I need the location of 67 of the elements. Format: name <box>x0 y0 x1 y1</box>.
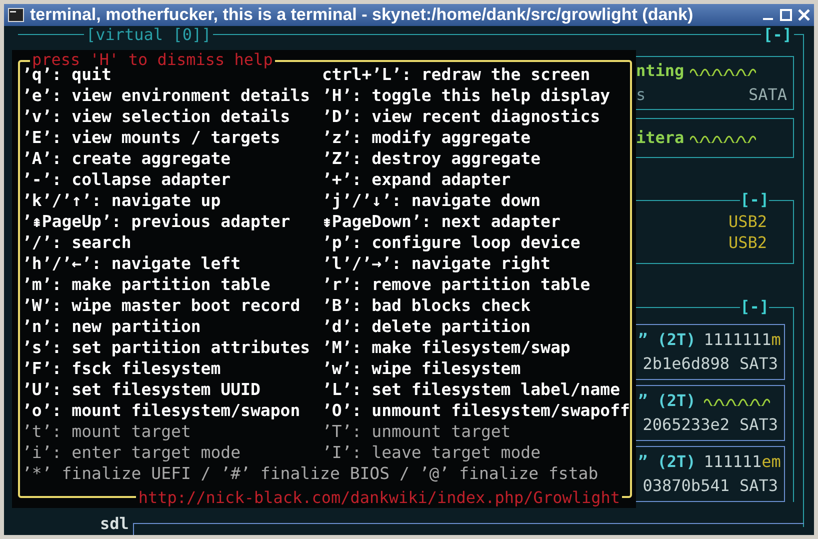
help-entry: ’W’: wipe master boot record <box>22 295 302 316</box>
help-entry: ’j’/’↓’: navigate down <box>322 190 542 211</box>
help-entry: ’E’: view mounts / targets <box>22 127 282 148</box>
help-entry: ’m’: make partition table <box>22 274 272 295</box>
help-entry: ’l’/’→’: navigate right <box>322 253 552 274</box>
collapse-toggle[interactable]: [-] <box>761 26 794 44</box>
frame-label: [virtual [0]] <box>84 26 214 44</box>
adapter-name: nting <box>636 60 684 82</box>
help-entry: ⇟PageDown’: next adapter <box>322 211 562 232</box>
help-entry: ’n’: new partition <box>22 316 202 337</box>
help-entry: ’v’: view selection details <box>22 106 292 127</box>
help-entry: ’T’: unmount target <box>322 421 512 442</box>
help-entry: ’L’: set filesystem label/name <box>322 379 622 400</box>
disk-model: 1111111m <box>704 329 781 351</box>
help-entry: ’e’: view environment details <box>22 85 312 106</box>
disk-id: 2065233e2 <box>642 414 730 436</box>
help-entry: ’h’/’←’: navigate left <box>22 253 242 274</box>
help-entry: ’Z’: destroy aggregate <box>322 148 542 169</box>
help-entry: ’*’ finalize UEFI / ’#’ finalize BIOS / ’@’ finalize fstab <box>22 463 600 484</box>
help-entry: ’A’: create aggregate <box>22 148 232 169</box>
collapse-toggle[interactable]: [-] <box>740 297 769 317</box>
help-entry: ’s’: set partition attributes <box>22 337 312 358</box>
close-icon[interactable] <box>798 9 810 21</box>
disk-size: ” (2T) <box>638 390 696 412</box>
help-entry: ’t’: mount target <box>22 421 192 442</box>
help-entry: ’z’: modify aggregate <box>322 127 532 148</box>
help-entry: ’o’: mount filesystem/swapon <box>22 400 302 421</box>
adapter-name: itera <box>636 127 684 149</box>
disk-id: 2b1e6d898 <box>642 353 730 375</box>
help-entry: ’p’: configure loop device <box>322 232 582 253</box>
squiggle-icon <box>690 66 756 76</box>
adapter-detail: s <box>636 84 646 106</box>
help-entry: ’H’: toggle this help display <box>322 85 612 106</box>
disk-size: ” (2T) <box>638 451 696 473</box>
disk-size: ” (2T) <box>638 329 696 351</box>
help-entry: ’D’: view recent diagnostics <box>322 106 602 127</box>
bus-label: SATA <box>748 84 787 106</box>
help-entry: ’w’: wipe filesystem <box>322 358 522 379</box>
help-entry: ’⇞PageUp’: previous adapter <box>22 211 292 232</box>
adapter-name: sdl <box>100 513 129 535</box>
squiggle-icon <box>690 133 756 143</box>
bus-label: USB2 <box>728 211 767 232</box>
disk-id: 03870b541 <box>642 475 730 497</box>
help-entry: ’I’: leave target mode <box>322 442 542 463</box>
window-title: terminal, motherfucker, this is a terminal - skynet:/home/dank/src/growlight (dank) <box>30 4 694 26</box>
bus-label: USB2 <box>728 232 767 253</box>
help-entry: ’F’: fsck filesystem <box>22 358 222 379</box>
help-entry: ’r’: remove partition table <box>322 274 592 295</box>
help-entry: ’k’/’↑’: navigate up <box>22 190 222 211</box>
help-entry: ’U’: set filesystem UUID <box>22 379 262 400</box>
disk-model: 111111em <box>704 451 781 473</box>
help-entry: ’B’: bad blocks check <box>322 295 532 316</box>
maximize-icon[interactable] <box>780 9 792 21</box>
help-entry: ’+’: expand adapter <box>322 169 512 190</box>
collapse-toggle[interactable]: [-] <box>740 190 769 210</box>
bus-label: SAT3 <box>739 414 778 436</box>
help-entry: ’/’: search <box>22 232 132 253</box>
help-entry: ’i’: enter target mode <box>22 442 242 463</box>
help-entry: ’-’: collapse adapter <box>22 169 232 190</box>
help-entry: ’O’: unmount filesystem/swapoff <box>322 400 630 421</box>
help-entry: ctrl+’L’: redraw the screen <box>322 64 592 85</box>
terminal-icon <box>8 8 24 22</box>
help-entry: ’d’: delete partition <box>322 316 532 337</box>
help-entry: ’M’: make filesystem/swap <box>322 337 572 358</box>
squiggle-icon <box>704 396 770 406</box>
bus-label: SAT3 <box>739 475 778 497</box>
bus-label: SAT3 <box>739 353 778 375</box>
